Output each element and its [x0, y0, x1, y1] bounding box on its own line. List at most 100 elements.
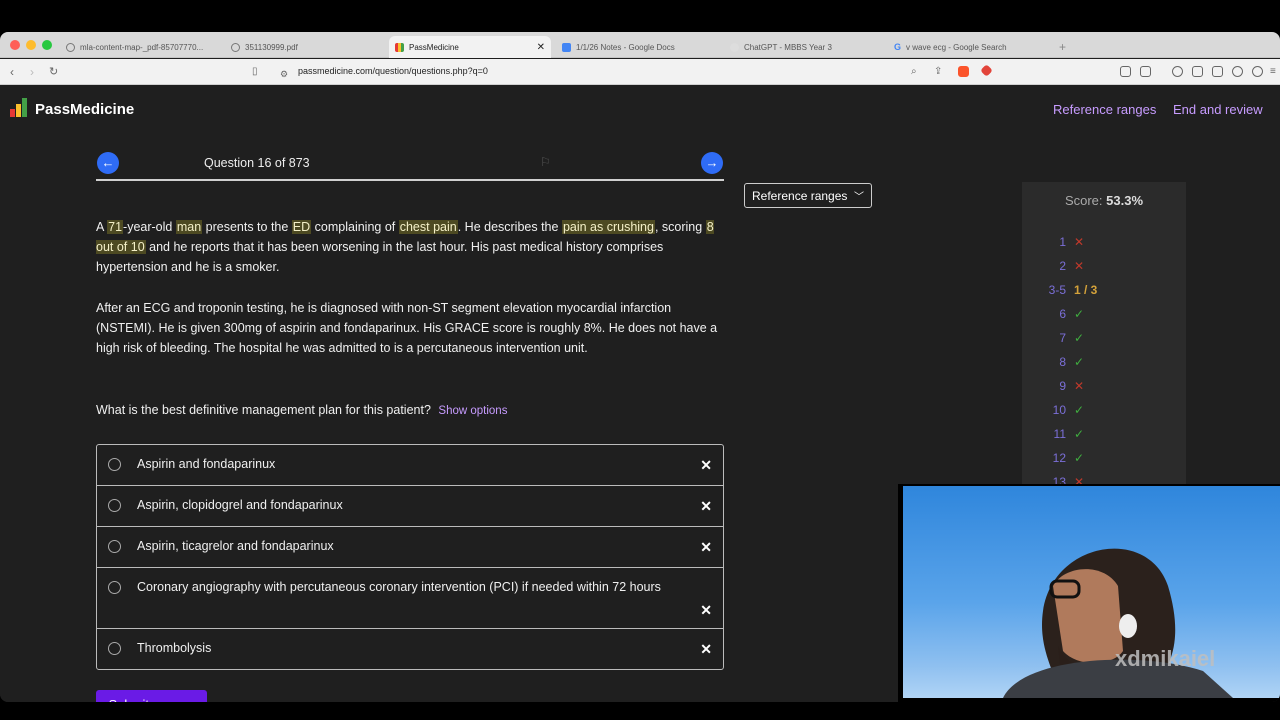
presenter-image	[1003, 548, 1233, 698]
passmedicine-logo-icon	[10, 98, 27, 117]
submit-answer-button[interactable]: Submit answer	[96, 690, 207, 702]
maximize-window-button[interactable]	[42, 40, 52, 50]
chevron-down-icon: ﹀	[854, 192, 864, 203]
score-panel: Score: 53.3% 1 ✕ 2 ✕ 3-5 1 / 3 6 ✓ 7 ✓ 8 ✓ 9 ✕ 10 ✓ 11 ✓ 1…	[1022, 182, 1186, 513]
check-icon: ✓	[1074, 451, 1085, 465]
highlight: 71	[107, 220, 124, 234]
close-window-button[interactable]	[10, 40, 20, 50]
strike-option-icon[interactable]: ✕	[700, 539, 712, 556]
reference-ranges-link[interactable]: Reference ranges	[1053, 102, 1156, 117]
radio-button[interactable]	[108, 642, 121, 655]
score-row[interactable]: 3-5 1 / 3	[1022, 283, 1186, 303]
zoom-icon[interactable]: ⌕	[911, 64, 917, 80]
site-info-icon[interactable]: ⚙	[280, 66, 288, 82]
strike-option-icon[interactable]: ✕	[700, 498, 712, 515]
reference-ranges-dropdown[interactable]: Reference ranges ﹀	[744, 183, 872, 208]
question-number: 3-5	[1048, 283, 1066, 297]
reload-icon[interactable]: ↻	[49, 64, 58, 80]
score-row[interactable]: 7 ✓	[1022, 331, 1186, 351]
show-options-link[interactable]: Show options	[438, 405, 507, 417]
highlight: man	[175, 220, 203, 234]
option-row[interactable]: Coronary angiography with percutaneous c…	[97, 568, 723, 629]
minimize-window-button[interactable]	[26, 40, 36, 50]
tab-pdf[interactable]: 351130999.pdf	[225, 36, 375, 58]
tab-mla[interactable]: mla-content-map-_pdf-85707770...	[60, 36, 220, 58]
highlight: chest pain	[398, 220, 458, 234]
question-number: 12	[1052, 451, 1066, 465]
option-row[interactable]: Thrombolysis ✕	[97, 629, 723, 670]
radio-button[interactable]	[108, 581, 121, 594]
strike-option-icon[interactable]: ✕	[700, 602, 712, 619]
brave-shield-icon[interactable]	[958, 66, 969, 77]
forward-icon[interactable]: ›	[30, 64, 34, 80]
browser-window: mla-content-map-_pdf-85707770... 3511309…	[0, 32, 1280, 702]
radio-button[interactable]	[108, 499, 121, 512]
passmedicine-favicon-icon	[395, 42, 404, 52]
score-row[interactable]: 2 ✕	[1022, 259, 1186, 279]
tab-google-docs[interactable]: 1/1/26 Notes - Google Docs	[556, 36, 716, 58]
answer-options: Aspirin and fondaparinux ✕ Aspirin, clop…	[96, 444, 724, 670]
question-prompt: What is the best definitive management p…	[96, 403, 508, 417]
new-tab-button[interactable]: +	[1053, 36, 1072, 58]
watermark: xdmikaiel	[1115, 646, 1216, 671]
score-row[interactable]: 6 ✓	[1022, 307, 1186, 327]
tab-passmedicine[interactable]: PassMedicine ✕	[389, 36, 551, 58]
check-icon: ✓	[1074, 355, 1085, 369]
cross-icon: ✕	[1074, 235, 1085, 249]
score-row[interactable]: 9 ✕	[1022, 379, 1186, 399]
cross-icon: ✕	[1074, 259, 1085, 273]
question-header: ← Question 16 of 873 ⚐ →	[96, 147, 724, 181]
score-title: Score: 53.3%	[1064, 193, 1144, 208]
radio-button[interactable]	[108, 540, 121, 553]
option-label: Aspirin, ticagrelor and fondaparinux	[137, 539, 334, 553]
toolbar: ‹ › ↻ ▯ ⚙ passmedicine.com/question/ques…	[0, 59, 1280, 85]
option-row[interactable]: Aspirin, ticagrelor and fondaparinux ✕	[97, 527, 723, 568]
previous-question-icon[interactable]: ←	[97, 152, 119, 174]
brave-rewards-icon[interactable]	[980, 64, 993, 77]
radio-button[interactable]	[108, 458, 121, 471]
check-icon: ✓	[1074, 427, 1085, 441]
screenshot-icon[interactable]	[1140, 66, 1151, 77]
score-row[interactable]: 11 ✓	[1022, 427, 1186, 447]
wallet-icon[interactable]	[1212, 66, 1223, 77]
option-row[interactable]: Aspirin and fondaparinux ✕	[97, 445, 723, 486]
tab-chatgpt[interactable]: ChatGPT - MBBS Year 3	[724, 36, 884, 58]
strike-option-icon[interactable]: ✕	[700, 641, 712, 658]
sidebar-icon[interactable]	[1192, 66, 1203, 77]
score-row[interactable]: 10 ✓	[1022, 403, 1186, 423]
strike-option-icon[interactable]: ✕	[700, 457, 712, 474]
share-icon[interactable]: ⇪	[934, 64, 942, 80]
bookmark-icon[interactable]: ▯	[252, 64, 258, 80]
flag-icon[interactable]: ⚐	[540, 155, 551, 169]
close-tab-icon[interactable]: ✕	[537, 42, 545, 53]
question-number: 1	[1059, 235, 1066, 249]
back-icon[interactable]: ‹	[10, 64, 14, 80]
score-row[interactable]: 8 ✓	[1022, 355, 1186, 375]
webcam-overlay	[898, 484, 1280, 702]
next-question-icon[interactable]: →	[701, 152, 723, 174]
extensions-icon[interactable]	[1120, 66, 1131, 77]
option-label: Thrombolysis	[137, 641, 212, 655]
question-number: 8	[1059, 355, 1066, 369]
globe-icon	[231, 42, 240, 52]
score-row[interactable]: 1 ✕	[1022, 235, 1186, 255]
question-number: 10	[1052, 403, 1066, 417]
vpn-icon[interactable]	[1252, 66, 1263, 77]
menu-icon[interactable]: ≡	[1270, 64, 1276, 80]
address-bar[interactable]: passmedicine.com/question/questions.php?…	[298, 66, 488, 76]
leo-ai-icon[interactable]	[1232, 66, 1243, 77]
check-icon: ✓	[1074, 403, 1085, 417]
highlight: pain as crushing	[561, 220, 655, 234]
score-row[interactable]: 12 ✓	[1022, 451, 1186, 471]
cross-icon: ✕	[1074, 379, 1085, 393]
option-row[interactable]: Aspirin, clopidogrel and fondaparinux ✕	[97, 486, 723, 527]
question-stem-paragraph-1: A 71-year-old man presents to the ED com…	[96, 220, 714, 274]
question-number: 6	[1059, 307, 1066, 321]
tab-google-search[interactable]: Gv wave ecg - Google Search	[888, 36, 1048, 58]
end-and-review-link[interactable]: End and review	[1173, 102, 1263, 117]
question-number: 11	[1053, 427, 1066, 441]
music-icon[interactable]	[1172, 66, 1183, 77]
brand-name: PassMedicine	[35, 101, 135, 118]
option-label: Coronary angiography with percutaneous c…	[137, 580, 661, 594]
option-label: Aspirin, clopidogrel and fondaparinux	[137, 498, 343, 512]
